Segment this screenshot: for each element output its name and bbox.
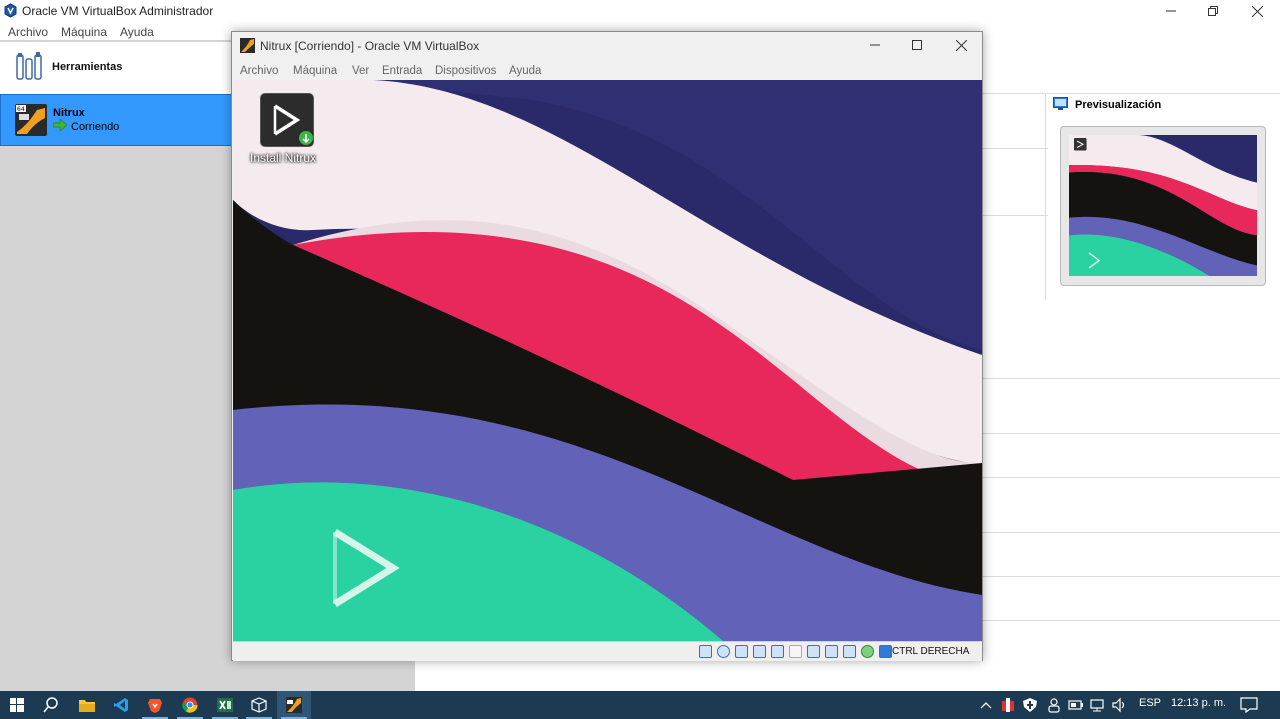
shared-folders-status-icon[interactable] bbox=[789, 645, 802, 658]
vm-close-button[interactable] bbox=[938, 34, 984, 56]
nitrux-vm-icon bbox=[286, 697, 302, 713]
optical-drive-status-icon[interactable] bbox=[717, 645, 730, 658]
close-button[interactable] bbox=[1234, 0, 1280, 22]
tools-item[interactable]: Herramientas bbox=[0, 42, 232, 94]
display-status-icon[interactable] bbox=[807, 645, 820, 658]
minimize-button[interactable] bbox=[1148, 0, 1194, 22]
vm-window: Nitrux [Corriendo] - Oracle VM VirtualBo… bbox=[231, 31, 983, 661]
taskbar-brave[interactable] bbox=[138, 691, 172, 719]
vm-window-title: Nitrux [Corriendo] - Oracle VM VirtualBo… bbox=[260, 39, 480, 53]
virtualization-status-icon[interactable] bbox=[843, 645, 856, 658]
folder-icon bbox=[79, 700, 95, 712]
minimize-icon bbox=[1166, 10, 1176, 12]
close-icon bbox=[1251, 5, 1263, 17]
install-nitrux-label: Install Nitrux bbox=[250, 151, 317, 165]
network-status-icon[interactable] bbox=[753, 645, 766, 658]
excel-icon bbox=[217, 698, 233, 712]
tray-app-red-icon[interactable] bbox=[1000, 697, 1016, 713]
vscode-icon bbox=[114, 698, 128, 712]
tray-app-shield-icon[interactable] bbox=[1022, 697, 1038, 713]
usb-status-icon[interactable] bbox=[771, 645, 784, 658]
play-icon bbox=[273, 104, 313, 145]
taskbar-vscode[interactable] bbox=[104, 691, 138, 719]
keyboard-capture-status-icon[interactable] bbox=[879, 645, 892, 658]
manager-title: Oracle VM VirtualBox Administrador bbox=[22, 4, 214, 18]
recording-status-icon[interactable] bbox=[825, 645, 838, 658]
vm-item-nitrux[interactable]: 64 Nitrux Corriendo bbox=[0, 94, 232, 146]
vm-window-icon bbox=[240, 38, 255, 53]
tray-language[interactable]: ESP bbox=[1139, 697, 1161, 709]
vm-menu-dispositivos[interactable]: Dispositivos bbox=[435, 65, 496, 77]
taskbar-file-explorer[interactable] bbox=[70, 691, 104, 719]
virtualbox-taskbar-icon bbox=[251, 697, 267, 713]
taskbar: ESP 12:13 p. m. bbox=[0, 691, 1280, 719]
vm-maximize-button[interactable] bbox=[894, 34, 940, 56]
mouse-integration-status-icon[interactable] bbox=[861, 645, 874, 658]
windows-logo-icon bbox=[10, 698, 24, 712]
tray-volume-icon[interactable] bbox=[1112, 697, 1128, 713]
vm-state: Corriendo bbox=[71, 121, 120, 133]
start-button[interactable] bbox=[0, 691, 34, 719]
chrome-icon bbox=[182, 697, 198, 713]
preview-wallpaper bbox=[1069, 135, 1257, 276]
guest-wallpaper bbox=[233, 80, 982, 641]
running-arrow-icon bbox=[53, 119, 67, 131]
install-nitrux-icon[interactable] bbox=[260, 93, 314, 147]
vm-menu-maquina[interactable]: Máquina bbox=[293, 65, 337, 77]
vm-menu-archivo[interactable]: Archivo bbox=[240, 65, 278, 77]
tools-icon bbox=[16, 52, 42, 80]
audio-status-icon[interactable] bbox=[735, 645, 748, 658]
search-button[interactable] bbox=[34, 691, 68, 719]
restore-button[interactable] bbox=[1190, 0, 1236, 22]
virtualbox-icon bbox=[4, 3, 17, 18]
restore-icon bbox=[1208, 6, 1218, 16]
vm-menu-entrada[interactable]: Entrada bbox=[382, 65, 422, 77]
vm-minimize-button[interactable] bbox=[852, 34, 898, 56]
nitrux-os-icon: 64 bbox=[15, 104, 47, 136]
guest-display[interactable]: Install Nitrux bbox=[233, 80, 982, 641]
taskbar-chrome[interactable] bbox=[173, 691, 207, 719]
maximize-icon bbox=[912, 40, 922, 50]
taskbar-excel[interactable] bbox=[208, 691, 242, 719]
vm-name: Nitrux bbox=[53, 107, 85, 119]
tray-people-icon[interactable] bbox=[1046, 697, 1062, 713]
preview-thumbnail bbox=[1060, 126, 1266, 286]
tray-battery-icon[interactable] bbox=[1068, 697, 1084, 713]
search-icon bbox=[43, 697, 58, 713]
menu-maquina[interactable]: Máquina bbox=[61, 25, 107, 39]
vm-menu-ayuda[interactable]: Ayuda bbox=[509, 65, 541, 77]
notification-center-icon[interactable] bbox=[1240, 697, 1258, 713]
preview-label: Previsualización bbox=[1075, 99, 1162, 111]
brave-icon bbox=[148, 699, 162, 713]
menu-ayuda[interactable]: Ayuda bbox=[120, 25, 154, 39]
taskbar-virtualbox[interactable] bbox=[242, 691, 276, 719]
vm-menu-ver[interactable]: Ver bbox=[352, 65, 369, 77]
svg-text:64: 64 bbox=[17, 106, 25, 113]
taskbar-nitrux-vm[interactable] bbox=[277, 691, 311, 719]
close-icon bbox=[955, 39, 967, 51]
vm-status-bar: CTRL DERECHA bbox=[233, 641, 982, 661]
tools-label: Herramientas bbox=[52, 61, 123, 73]
harddisk-status-icon[interactable] bbox=[699, 645, 712, 658]
host-key-label: CTRL DERECHA bbox=[892, 646, 970, 657]
tray-network-icon[interactable] bbox=[1090, 697, 1106, 713]
tray-clock[interactable]: 12:13 p. m. bbox=[1171, 697, 1226, 709]
tray-chevron-up-icon[interactable] bbox=[980, 700, 992, 710]
menu-archivo[interactable]: Archivo bbox=[8, 25, 48, 39]
minimize-icon bbox=[870, 44, 880, 46]
manager-title-bar: Oracle VM VirtualBox Administrador bbox=[0, 0, 1280, 22]
preview-icon bbox=[1053, 97, 1068, 110]
